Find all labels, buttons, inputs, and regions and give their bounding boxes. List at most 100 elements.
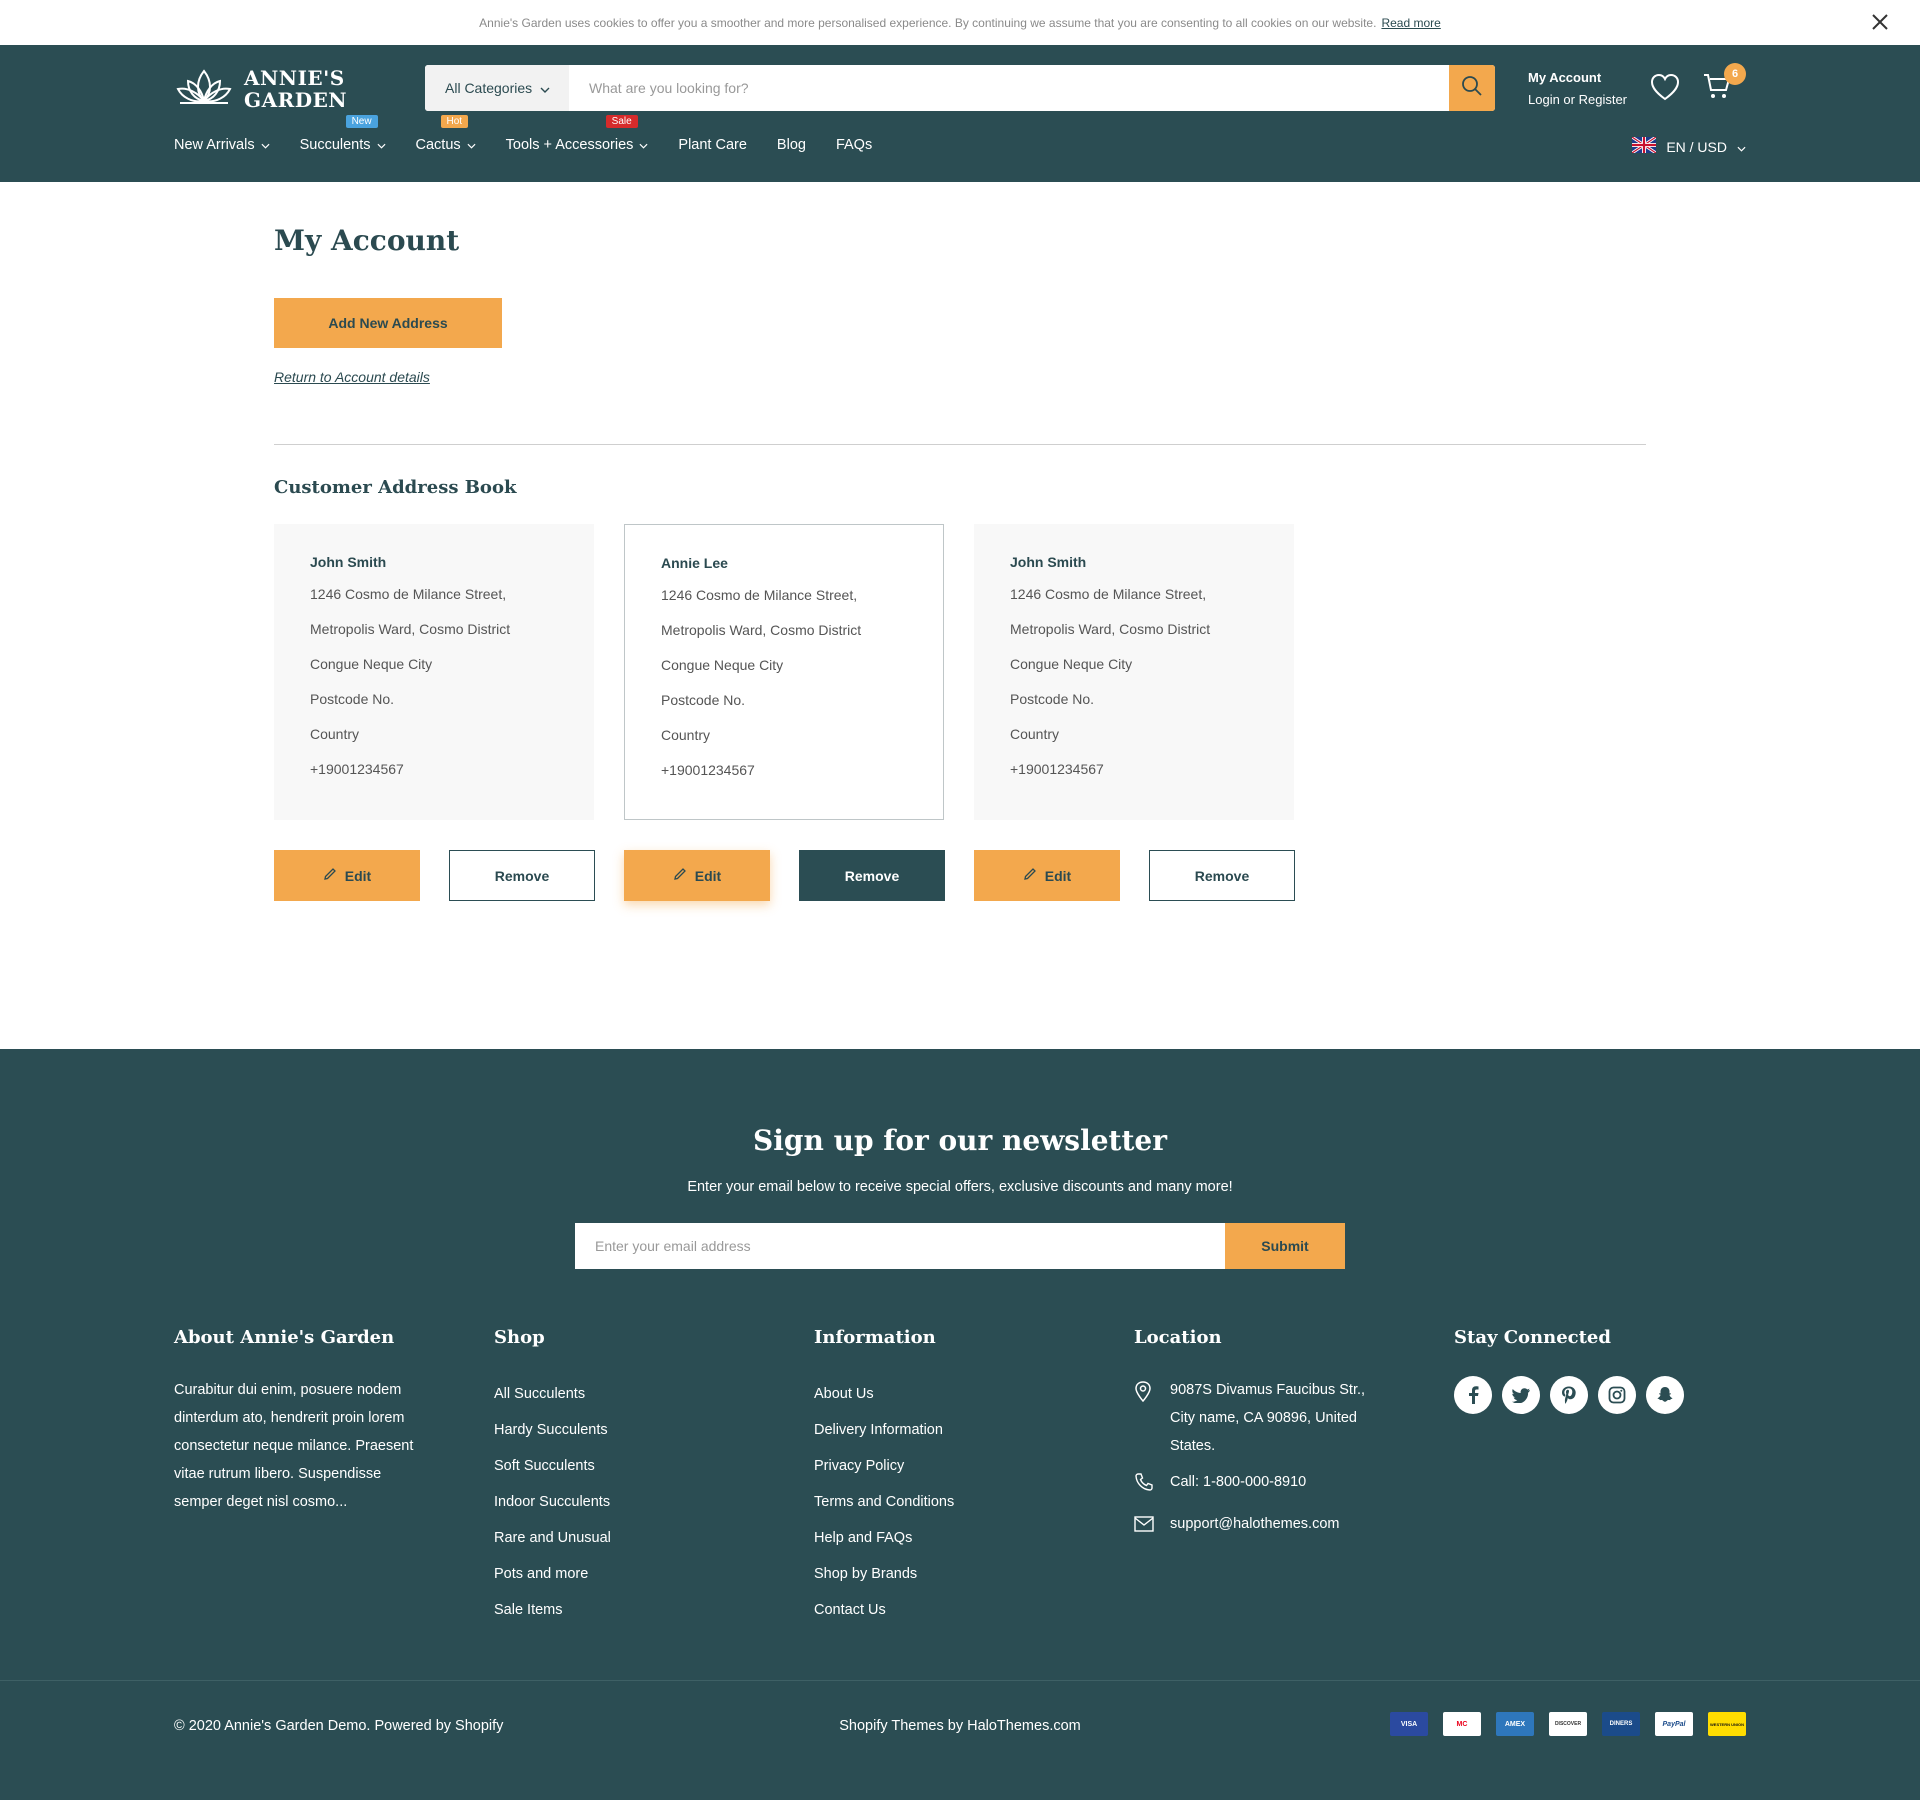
address-phone: +19001234567: [661, 762, 755, 778]
address-name: John Smith: [310, 554, 387, 570]
remove-address-button[interactable]: Remove: [449, 850, 595, 901]
facebook-icon[interactable]: [1454, 1376, 1492, 1414]
nav-item-succulents[interactable]: New Succulents: [300, 115, 386, 153]
address-line1: 1246 Cosmo de Milance Street,: [661, 587, 858, 603]
footer-link[interactable]: Rare and Unusual: [494, 1520, 611, 1556]
pencil-icon: [323, 867, 337, 884]
category-select[interactable]: All Categories: [425, 65, 569, 111]
footer-link[interactable]: Help and FAQs: [814, 1520, 954, 1556]
phone-icon: [1134, 1468, 1154, 1502]
submit-button[interactable]: Submit: [1225, 1223, 1345, 1269]
footer-link[interactable]: Contact Us: [814, 1592, 954, 1628]
instagram-icon[interactable]: [1598, 1376, 1636, 1414]
search-button[interactable]: [1449, 65, 1495, 111]
amex-icon: AMEX: [1496, 1712, 1534, 1736]
edit-address-button[interactable]: Edit: [274, 850, 420, 901]
remove-label: Remove: [494, 867, 550, 884]
new-badge: New: [345, 115, 378, 128]
remove-address-button[interactable]: Remove: [1149, 850, 1295, 901]
address-line2: Metropolis Ward, Cosmo District: [310, 621, 511, 637]
chevron-down-icon: [467, 137, 476, 153]
address-line1: 1246 Cosmo de Milance Street,: [1010, 586, 1207, 602]
email-text[interactable]: support@halothemes.com: [1170, 1510, 1339, 1542]
footer-about: About Annie's Garden Curabitur dui enim,…: [174, 1327, 424, 1516]
edit-address-button[interactable]: Edit: [974, 850, 1120, 901]
footer-link[interactable]: Privacy Policy: [814, 1448, 954, 1484]
twitter-icon[interactable]: [1502, 1376, 1540, 1414]
footer-link[interactable]: Terms and Conditions: [814, 1484, 954, 1520]
visa-icon: VISA: [1390, 1712, 1428, 1736]
cart-icon[interactable]: 6: [1702, 63, 1746, 106]
footer-link[interactable]: Hardy Succulents: [494, 1412, 611, 1448]
footer-link[interactable]: Sale Items: [494, 1592, 611, 1628]
heart-icon[interactable]: [1650, 73, 1680, 106]
edit-label: Edit: [344, 867, 372, 884]
shop-title: Shop: [494, 1327, 545, 1348]
cookie-read-more-link[interactable]: Read more: [1381, 16, 1440, 30]
nav-item-blog[interactable]: Blog: [777, 137, 806, 153]
nav-label: Blog: [776, 137, 806, 153]
address-postcode: Postcode No.: [1010, 691, 1095, 707]
pencil-icon: [1023, 867, 1037, 884]
nav-label: New Arrivals: [174, 137, 255, 153]
nav-item-faqs[interactable]: FAQs: [836, 137, 872, 153]
footer-link[interactable]: About Us: [814, 1376, 954, 1412]
about-text: Curabitur dui enim, posuere nodem dinter…: [174, 1382, 414, 1510]
footer-social: Stay Connected: [1454, 1327, 1684, 1414]
address-country: Country: [661, 727, 711, 743]
nav-item-plant-care[interactable]: Plant Care: [678, 137, 747, 153]
footer-link[interactable]: All Succulents: [494, 1376, 611, 1412]
discover-icon: DISCOVER: [1549, 1712, 1587, 1736]
chevron-down-icon: [261, 137, 270, 153]
snapchat-icon[interactable]: [1646, 1376, 1684, 1414]
address-line2: Metropolis Ward, Cosmo District: [661, 622, 862, 638]
newsletter-form: Submit: [575, 1223, 1345, 1269]
cookie-bar: Annie's Garden uses cookies to offer you…: [0, 0, 1920, 45]
remove-address-button[interactable]: Remove: [799, 850, 945, 901]
return-to-account-link[interactable]: Return to Account details: [274, 369, 430, 385]
search-input[interactable]: [569, 65, 1449, 111]
edit-label: Edit: [694, 867, 722, 884]
edit-label: Edit: [1044, 867, 1072, 884]
footer-link[interactable]: Soft Succulents: [494, 1448, 611, 1484]
edit-address-button[interactable]: Edit: [624, 850, 770, 901]
address-card: John Smith 1246 Cosmo de Milance Street,…: [274, 524, 594, 820]
footer-link[interactable]: Pots and more: [494, 1556, 611, 1592]
phone-text[interactable]: Call: 1-800-000-8910: [1170, 1468, 1306, 1502]
close-icon[interactable]: [1868, 10, 1892, 34]
hot-badge: Hot: [440, 115, 469, 128]
social-title: Stay Connected: [1454, 1327, 1611, 1348]
sale-badge: Sale: [605, 115, 638, 128]
nav-label: Plant Care: [678, 137, 747, 153]
main-content: My Account Add New Address Return to Acc…: [0, 182, 1920, 1049]
address-text: 9087S Divamus Faucibus Str., City name, …: [1170, 1382, 1366, 1454]
footer-link[interactable]: Delivery Information: [814, 1412, 954, 1448]
newsletter-subtitle: Enter your email below to receive specia…: [687, 1179, 1233, 1195]
language-label: EN / USD: [1666, 138, 1727, 155]
language-currency-select[interactable]: EN / USD: [1631, 135, 1746, 156]
address-card: Annie Lee 1246 Cosmo de Milance Street, …: [624, 524, 944, 820]
location-title: Location: [1134, 1327, 1222, 1348]
nav-item-tools-accessories[interactable]: Sale Tools + Accessories: [506, 115, 649, 153]
footer-location: Location 9087S Divamus Faucibus Str., Ci…: [1134, 1327, 1370, 1550]
nav-label: Cactus: [415, 137, 461, 153]
add-new-address-button[interactable]: Add New Address: [274, 298, 502, 348]
logo-line1: ANNIE'S: [244, 65, 345, 90]
footer-link[interactable]: Indoor Succulents: [494, 1484, 611, 1520]
uk-flag-icon: [1631, 135, 1658, 156]
logo-line2: GARDEN: [244, 87, 348, 112]
footer-shop: Shop All Succulents Hardy Succulents Sof…: [494, 1327, 611, 1628]
footer-link[interactable]: Shop by Brands: [814, 1556, 954, 1592]
nav-item-cactus[interactable]: Hot Cactus: [415, 115, 476, 153]
account-login-link[interactable]: Login or Register: [1528, 89, 1627, 111]
address-city: Congue Neque City: [661, 657, 784, 673]
lotus-icon: [174, 65, 234, 112]
logo[interactable]: ANNIE'S GARDEN: [174, 65, 347, 112]
nav-label: FAQs: [835, 137, 873, 153]
pinterest-icon[interactable]: [1550, 1376, 1588, 1414]
account-title: My Account: [1528, 70, 1602, 85]
mastercard-icon: MC: [1443, 1712, 1481, 1736]
account-menu[interactable]: My Account Login or Register: [1528, 67, 1627, 111]
email-field[interactable]: [575, 1223, 1225, 1269]
nav-item-new-arrivals[interactable]: New Arrivals: [174, 137, 270, 153]
